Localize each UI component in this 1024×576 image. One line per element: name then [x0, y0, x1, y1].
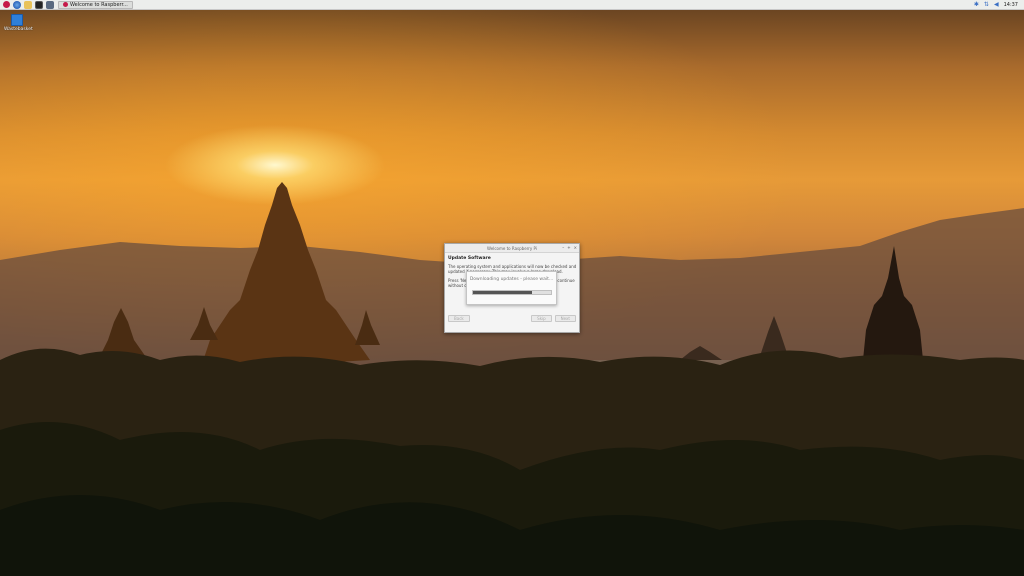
clock[interactable]: 14:37 — [1004, 2, 1018, 8]
trash-icon — [11, 14, 23, 26]
window-controls: – + × — [562, 245, 577, 250]
dialog-title: Welcome to Raspberry Pi — [487, 245, 537, 251]
raspberry-icon — [63, 2, 68, 7]
taskbar-window-label: Welcome to Raspberr... — [70, 1, 128, 8]
dialog-heading: Update Software — [448, 256, 491, 261]
web-browser-icon[interactable] — [13, 0, 21, 9]
progress-bar-fill — [472, 291, 532, 294]
volume-icon[interactable]: ◀ — [994, 1, 999, 9]
back-button[interactable]: Back — [448, 315, 470, 322]
network-icon[interactable]: ⇅ — [984, 1, 989, 9]
skip-button[interactable]: Skip — [531, 315, 552, 322]
maximize-button[interactable]: + — [567, 245, 570, 250]
progress-bar — [471, 290, 552, 295]
task-manager-icon[interactable] — [46, 0, 54, 9]
desktop-icon-wastebasket[interactable]: Wastebasket — [4, 14, 33, 32]
next-button[interactable]: Next — [554, 315, 576, 322]
progress-popup: Downloading updates - please wait... — [466, 271, 557, 305]
raspberry-menu-icon[interactable] — [3, 1, 10, 8]
top-panel: Welcome to Raspberr... ✱ ⇅ ◀ 14:37 — [0, 0, 1024, 10]
system-tray: ✱ ⇅ ◀ 14:37 — [974, 1, 1024, 9]
minimize-button[interactable]: – — [562, 245, 564, 250]
close-button[interactable]: × — [574, 245, 577, 250]
terminal-icon[interactable] — [35, 0, 43, 9]
file-manager-icon[interactable] — [24, 0, 32, 9]
bluetooth-icon[interactable]: ✱ — [974, 1, 979, 9]
desktop-icon-label: Wastebasket — [4, 27, 33, 32]
taskbar-window-button[interactable]: Welcome to Raspberr... — [58, 0, 133, 9]
progress-message: Downloading updates - please wait... — [469, 277, 554, 282]
dialog-titlebar[interactable]: Welcome to Raspberry Pi – + × — [445, 244, 579, 253]
dialog-button-row: Back Skip Next — [448, 315, 576, 322]
